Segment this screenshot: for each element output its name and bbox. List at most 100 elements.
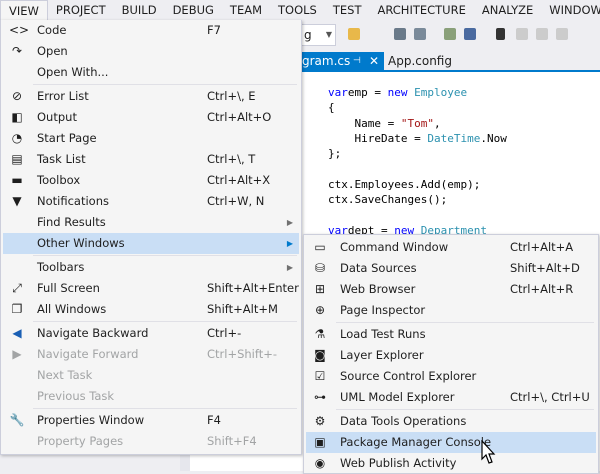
source-control-icon: ☑	[314, 369, 326, 383]
menu-separator	[336, 409, 594, 410]
menu-item-error-list[interactable]: ⊘ Error List Ctrl+\, E	[3, 86, 299, 107]
comment-icon[interactable]	[444, 28, 456, 40]
menu-item-notifications[interactable]: ▼ Notifications Ctrl+W, N	[3, 191, 299, 212]
load-test-icon: ⚗	[314, 327, 326, 341]
menu-item-navigate-backward[interactable]: ◀ Navigate Backward Ctrl+-	[3, 323, 299, 344]
menu-item-shortcut: Ctrl+Alt+X	[207, 173, 271, 187]
bookmark-icon[interactable]	[496, 28, 505, 40]
menu-item-command-window[interactable]: ▭ Command Window Ctrl+Alt+A	[306, 237, 596, 258]
prev-bookmark-icon[interactable]	[516, 28, 528, 40]
menu-item-label: UML Model Explorer	[340, 390, 455, 404]
menu-item-shortcut: Ctrl+W, N	[207, 194, 265, 208]
menu-item-data-sources[interactable]: ⛁ Data Sources Shift+Alt+D	[306, 258, 596, 279]
menu-item-properties-window[interactable]: 🔧 Properties Window F4	[3, 410, 299, 431]
menu-item-previous-task[interactable]: Previous Task	[3, 386, 299, 407]
menu-separator	[33, 321, 297, 322]
menu-project[interactable]: PROJECT	[48, 0, 114, 20]
uncomment-icon[interactable]	[464, 28, 476, 40]
menu-item-label: Other Windows	[37, 236, 125, 250]
menu-item-navigate-forward[interactable]: ▶ Navigate Forward Ctrl+Shift+-	[3, 344, 299, 365]
code-token: HireDate =	[328, 131, 428, 145]
menu-item-layer-explorer[interactable]: ◙ Layer Explorer	[306, 345, 596, 366]
menu-item-next-task[interactable]: Next Task	[3, 365, 299, 386]
menu-separator	[33, 255, 297, 256]
menu-item-all-windows[interactable]: ❐ All Windows Shift+Alt+M	[3, 299, 299, 320]
chevron-right-icon: ▶	[286, 239, 293, 248]
menu-debug[interactable]: DEBUG	[165, 0, 222, 20]
code-line: ctx.Employees.Add(emp);	[328, 178, 480, 191]
code-token: new	[387, 86, 408, 99]
menu-item-label: Navigate Backward	[37, 326, 149, 340]
wrench-icon: 🔧	[9, 413, 25, 427]
code-token: ,	[433, 116, 441, 130]
tab-program-cs[interactable]: gram.cs ⊣ ✕	[300, 52, 384, 70]
menu-item-data-tools-operations[interactable]: ⚙ Data Tools Operations	[306, 411, 596, 432]
menu-build[interactable]: BUILD	[114, 0, 165, 20]
menu-item-page-inspector[interactable]: ⊕ Page Inspector	[306, 300, 596, 321]
menu-item-open-with[interactable]: Open With...	[3, 62, 299, 83]
pin-icon[interactable]: ⊣	[353, 52, 361, 70]
menu-item-web-browser[interactable]: ⊞ Web Browser Ctrl+Alt+R	[306, 279, 596, 300]
menu-item-label: Notifications	[37, 194, 109, 208]
data-sources-icon: ⛁	[314, 261, 326, 275]
other-windows-submenu: ▭ Command Window Ctrl+Alt+A ⛁ Data Sources Sh…	[303, 234, 599, 474]
menu-test[interactable]: TEST	[325, 0, 370, 20]
menu-bar: VIEW PROJECT BUILD DEBUG TEAM TOOLS TEST ARCHIT…	[0, 0, 600, 20]
menu-item-label: Previous Task	[37, 389, 115, 403]
menu-item-property-pages[interactable]: Property Pages Shift+F4	[3, 431, 299, 452]
menu-item-shortcut: F7	[207, 23, 221, 37]
menu-item-label: Open	[37, 44, 68, 58]
indent-icon[interactable]	[414, 28, 426, 40]
data-tools-icon: ⚙	[314, 414, 326, 428]
menu-team[interactable]: TEAM	[222, 0, 270, 20]
find-icon[interactable]	[348, 28, 360, 40]
menu-item-source-control-explorer[interactable]: ☑ Source Control Explorer	[306, 366, 596, 387]
toolbox-icon: ▬	[11, 173, 23, 187]
menu-separator	[33, 84, 297, 85]
menu-item-task-list[interactable]: ▤ Task List Ctrl+\, T	[3, 149, 299, 170]
menu-item-package-manager-console[interactable]: ▣ Package Manager Console	[306, 432, 596, 453]
page-inspector-icon: ⊕	[314, 303, 326, 317]
configuration-dropdown[interactable]: g ▼	[300, 24, 336, 46]
menu-item-other-windows[interactable]: Other Windows ▶	[3, 233, 299, 254]
menu-item-open[interactable]: ↷ Open	[3, 41, 299, 62]
menu-window[interactable]: WINDOW	[541, 0, 600, 20]
chevron-right-icon: ▶	[286, 263, 293, 272]
close-icon[interactable]: ✕	[369, 52, 379, 70]
document-tabs: gram.cs ⊣ ✕ App.config	[300, 52, 600, 70]
menu-analyze[interactable]: ANALYZE	[474, 0, 541, 20]
menu-item-label: Layer Explorer	[340, 348, 424, 362]
menu-item-label: Full Screen	[37, 281, 100, 295]
menu-item-load-test-runs[interactable]: ⚗ Load Test Runs	[306, 324, 596, 345]
menu-item-output[interactable]: ◧ Output Ctrl+Alt+O	[3, 107, 299, 128]
next-bookmark-icon[interactable]	[536, 28, 548, 40]
configuration-value: g	[304, 28, 312, 42]
menu-item-code[interactable]: <> Code F7	[3, 20, 299, 41]
command-window-icon: ▭	[314, 240, 326, 254]
menu-item-find-results[interactable]: Find Results ▶	[3, 212, 299, 233]
menu-item-shortcut: Shift+Alt+D	[510, 261, 580, 275]
navigate-backward-icon: ◀	[12, 326, 22, 340]
clear-bookmarks-icon[interactable]	[556, 28, 568, 40]
code-line: ctx.SaveChanges();	[328, 193, 447, 206]
tab-app-config[interactable]: App.config	[388, 52, 452, 70]
menu-architecture[interactable]: ARCHITECTURE	[369, 0, 473, 20]
menu-item-full-screen[interactable]: ⤢ Full Screen Shift+Alt+Enter	[3, 278, 299, 299]
web-browser-icon: ⊞	[314, 282, 326, 296]
menu-tools[interactable]: TOOLS	[270, 0, 325, 20]
output-icon: ◧	[11, 110, 23, 124]
menu-item-label: Navigate Forward	[37, 347, 139, 361]
menu-item-toolbars[interactable]: Toolbars ▶	[3, 257, 299, 278]
menu-item-start-page[interactable]: ◔ Start Page	[3, 128, 299, 149]
outdent-icon[interactable]	[394, 28, 406, 40]
menu-item-toolbox[interactable]: ▬ Toolbox Ctrl+Alt+X	[3, 170, 299, 191]
menu-item-shortcut: Shift+F4	[207, 434, 257, 448]
menu-item-shortcut: Shift+Alt+M	[207, 302, 278, 316]
menu-item-label: Next Task	[37, 368, 93, 382]
code-token: {	[328, 101, 335, 115]
code-token: Employee	[407, 86, 468, 99]
navigate-forward-icon: ▶	[12, 347, 22, 361]
menu-view[interactable]: VIEW	[0, 0, 48, 20]
menu-item-uml-model-explorer[interactable]: ⊶ UML Model Explorer Ctrl+\, Ctrl+U	[306, 387, 596, 408]
tab-label: gram.cs	[302, 54, 351, 68]
